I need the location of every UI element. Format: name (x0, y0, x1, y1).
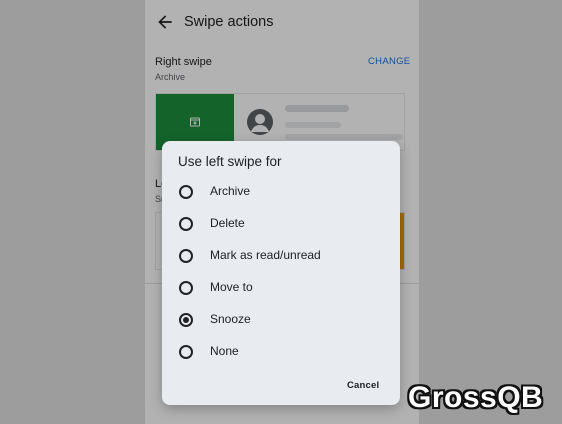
option-label: Archive (210, 184, 251, 198)
radio-button[interactable] (179, 249, 193, 263)
option-label: Snooze (210, 312, 251, 326)
option-mark-read-unread[interactable]: Mark as read/unread (162, 241, 400, 271)
radio-button-selected[interactable] (179, 313, 193, 327)
watermark-text: GrossQB (408, 381, 544, 414)
option-snooze[interactable]: Snooze (162, 305, 400, 335)
screenshot-stage: Swipe actions Right swipe Archive CHANGE (0, 0, 562, 424)
option-archive[interactable]: Archive (162, 177, 400, 207)
option-move-to[interactable]: Move to (162, 273, 400, 303)
option-label: None (210, 344, 239, 358)
option-none[interactable]: None (162, 337, 400, 367)
radio-button[interactable] (179, 281, 193, 295)
cancel-button[interactable]: Cancel (347, 380, 379, 391)
option-delete[interactable]: Delete (162, 209, 400, 239)
option-label: Delete (210, 216, 245, 230)
radio-button[interactable] (179, 345, 193, 359)
dialog-title: Use left swipe for (178, 154, 282, 169)
option-label: Move to (210, 280, 253, 294)
radio-button[interactable] (179, 185, 193, 199)
option-label: Mark as read/unread (210, 248, 321, 262)
left-swipe-dialog: Use left swipe for Archive Delete Mark a… (162, 141, 400, 405)
radio-button[interactable] (179, 217, 193, 231)
